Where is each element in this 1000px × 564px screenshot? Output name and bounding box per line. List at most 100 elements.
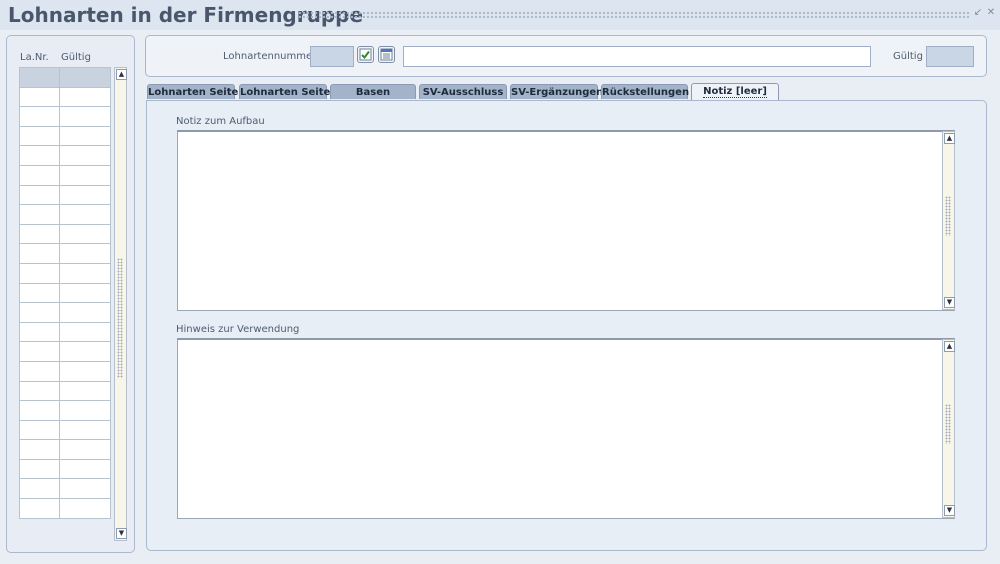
table-row[interactable] — [19, 223, 111, 245]
cell-lanr[interactable] — [19, 478, 60, 500]
tab-lohnarten-seite-2[interactable]: Lohnarten Seite 2 — [239, 84, 341, 99]
cell-gueltig[interactable] — [59, 439, 111, 460]
cell-gueltig[interactable] — [59, 67, 111, 88]
cell-lanr[interactable] — [19, 184, 60, 206]
table-row[interactable] — [19, 498, 111, 519]
hinweis-label: Hinweis zur Verwendung — [176, 324, 300, 335]
cell-gueltig[interactable] — [59, 243, 111, 264]
cell-gueltig[interactable] — [59, 498, 111, 519]
table-row[interactable] — [19, 262, 111, 284]
minimize-icon[interactable]: ↙ — [973, 8, 983, 18]
table-row[interactable] — [19, 439, 111, 460]
cell-lanr[interactable] — [19, 419, 60, 441]
cell-gueltig[interactable] — [59, 86, 111, 108]
table-row[interactable] — [19, 125, 111, 147]
cell-gueltig[interactable] — [59, 125, 111, 147]
cell-lanr[interactable] — [19, 106, 60, 127]
lohnartennummer-input[interactable] — [310, 46, 354, 67]
notiz-scrollbar[interactable]: ▲ ▼ — [942, 131, 955, 310]
cell-lanr[interactable] — [19, 145, 60, 166]
cell-gueltig[interactable] — [59, 204, 111, 225]
table-row[interactable] — [19, 360, 111, 382]
cell-gueltig[interactable] — [59, 341, 111, 362]
tab-basen[interactable]: Basen — [330, 84, 416, 99]
table-row[interactable] — [19, 204, 111, 225]
table-row[interactable] — [19, 243, 111, 264]
confirm-button[interactable] — [357, 46, 374, 63]
hinweis-scroll-grip[interactable] — [945, 404, 951, 444]
cell-lanr[interactable] — [19, 380, 60, 402]
table-row[interactable] — [19, 321, 111, 343]
cell-lanr[interactable] — [19, 439, 60, 460]
scroll-down-button[interactable]: ▼ — [116, 528, 127, 539]
list-scrollbar[interactable]: ▲ ▼ — [114, 67, 127, 541]
cell-gueltig[interactable] — [59, 302, 111, 323]
cell-gueltig[interactable] — [59, 478, 111, 500]
cell-lanr[interactable] — [19, 86, 60, 108]
cell-lanr[interactable] — [19, 360, 60, 382]
cell-lanr[interactable] — [19, 458, 60, 480]
cell-gueltig[interactable] — [59, 419, 111, 441]
hinweis-scroll-down-button[interactable]: ▼ — [944, 505, 955, 516]
tab-lohnarten-seite-1[interactable]: Lohnarten Seite 1 — [147, 84, 249, 99]
cell-gueltig[interactable] — [59, 262, 111, 284]
cell-lanr[interactable] — [19, 164, 60, 186]
close-icon[interactable]: ✕ — [986, 8, 996, 18]
cell-gueltig[interactable] — [59, 282, 111, 304]
cell-gueltig[interactable] — [59, 400, 111, 421]
hinweis-scroll-up-button[interactable]: ▲ — [944, 341, 955, 352]
table-header-row[interactable] — [19, 67, 111, 88]
table-row[interactable] — [19, 380, 111, 402]
cell-gueltig[interactable] — [59, 223, 111, 245]
notiz-scroll-grip[interactable] — [945, 196, 951, 236]
table-row[interactable] — [19, 86, 111, 108]
cell-lanr[interactable] — [19, 125, 60, 147]
table-row[interactable] — [19, 458, 111, 480]
table-row[interactable] — [19, 400, 111, 421]
table-row[interactable] — [19, 341, 111, 362]
bezeichnung-input[interactable] — [403, 46, 871, 67]
cell-gueltig[interactable] — [59, 321, 111, 343]
cell-lanr[interactable] — [19, 282, 60, 304]
cell-lanr[interactable] — [19, 262, 60, 284]
tab-sv-ergaenzungen[interactable]: SV-Ergänzungen — [510, 84, 603, 99]
cell-gueltig[interactable] — [59, 145, 111, 166]
table-row[interactable] — [19, 478, 111, 500]
cell-lanr[interactable] — [19, 321, 60, 343]
cell-gueltig[interactable] — [59, 360, 111, 382]
cell-lanr[interactable] — [19, 498, 60, 519]
tab-rueckstellungen[interactable]: Rückstellungen — [601, 84, 689, 99]
tab-sv-ausschluss[interactable]: SV-Ausschluss — [419, 84, 507, 99]
list-button[interactable] — [378, 46, 395, 63]
table-row[interactable] — [19, 302, 111, 323]
cell-lanr[interactable] — [19, 302, 60, 323]
cell-lanr[interactable] — [19, 204, 60, 225]
lohnarten-table[interactable] — [19, 67, 111, 519]
cell-lanr[interactable] — [19, 223, 60, 245]
title-bar-pattern — [298, 11, 970, 18]
table-row[interactable] — [19, 184, 111, 206]
notiz-scroll-down-button[interactable]: ▼ — [944, 297, 955, 308]
gueltig-input[interactable] — [926, 46, 974, 67]
table-row[interactable] — [19, 106, 111, 127]
scroll-up-button[interactable]: ▲ — [116, 69, 127, 80]
hinweis-scrollbar[interactable]: ▲ ▼ — [942, 339, 955, 518]
table-row[interactable] — [19, 145, 111, 166]
table-row[interactable] — [19, 282, 111, 304]
cell-lanr[interactable] — [19, 341, 60, 362]
cell-lanr[interactable] — [19, 243, 60, 264]
table-row[interactable] — [19, 419, 111, 441]
cell-gueltig[interactable] — [59, 164, 111, 186]
cell-gueltig[interactable] — [59, 106, 111, 127]
table-row[interactable] — [19, 164, 111, 186]
cell-lanr[interactable] — [19, 67, 60, 88]
cell-gueltig[interactable] — [59, 184, 111, 206]
cell-lanr[interactable] — [19, 400, 60, 421]
notiz-scroll-up-button[interactable]: ▲ — [944, 133, 955, 144]
scroll-grip[interactable] — [117, 258, 123, 378]
tab-notiz[interactable]: Notiz [leer] — [691, 83, 779, 100]
hinweis-textarea[interactable] — [177, 338, 955, 519]
notiz-textarea[interactable] — [177, 130, 955, 311]
cell-gueltig[interactable] — [59, 380, 111, 402]
cell-gueltig[interactable] — [59, 458, 111, 480]
